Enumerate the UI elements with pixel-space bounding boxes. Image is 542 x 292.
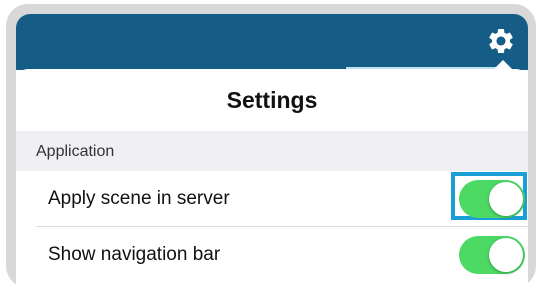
setting-label: Apply scene in server bbox=[48, 188, 230, 209]
toggle-knob bbox=[489, 182, 523, 216]
apply-scene-toggle[interactable] bbox=[459, 180, 525, 218]
app-bar bbox=[16, 14, 528, 70]
section-label: Application bbox=[36, 143, 115, 160]
section-header-application: Application bbox=[16, 131, 528, 171]
app-screen: Settings Application Apply scene in serv… bbox=[16, 14, 528, 288]
toggle-knob bbox=[489, 238, 523, 272]
gear-icon[interactable] bbox=[486, 26, 516, 56]
show-navigation-bar-toggle[interactable] bbox=[459, 236, 525, 274]
setting-row-show-navigation-bar: Show navigation bar bbox=[16, 227, 528, 283]
settings-header: Settings bbox=[16, 69, 528, 131]
page-title: Settings bbox=[226, 86, 318, 113]
device-frame: Settings Application Apply scene in serv… bbox=[6, 4, 536, 288]
setting-label: Show navigation bar bbox=[48, 244, 221, 265]
setting-row-apply-scene: Apply scene in server bbox=[16, 171, 528, 227]
settings-popover: Settings Application Apply scene in serv… bbox=[16, 69, 528, 288]
